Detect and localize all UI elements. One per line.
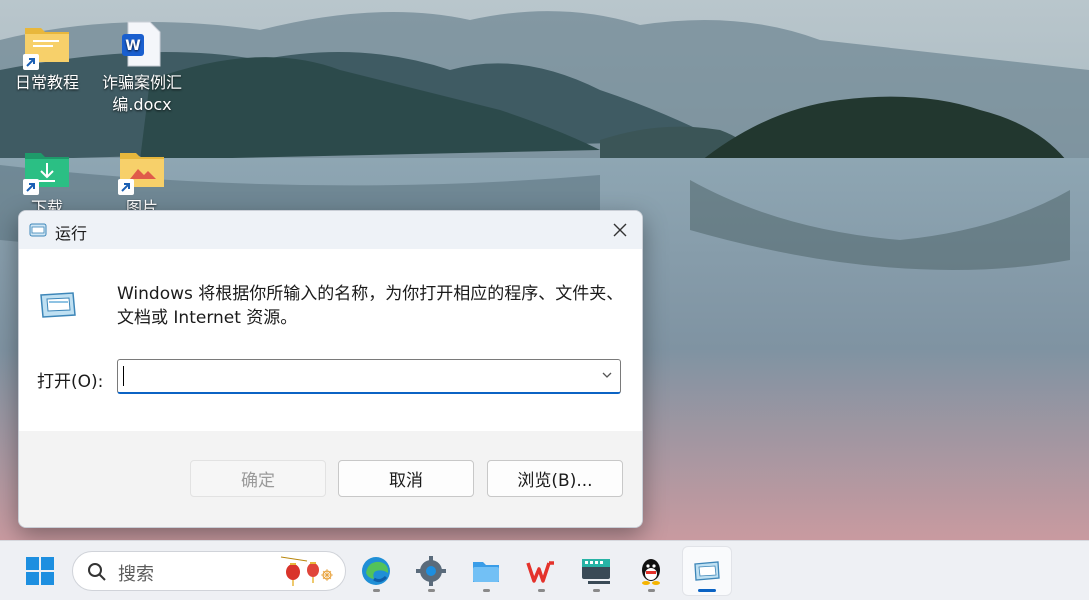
qq-icon — [642, 559, 660, 585]
search-placeholder: 搜索 — [118, 564, 154, 585]
taskbar-keyboard-app[interactable] — [572, 547, 620, 595]
settings-icon — [416, 556, 446, 586]
start-button[interactable] — [16, 547, 64, 595]
keyboard-app-icon — [582, 559, 610, 584]
open-combobox[interactable] — [117, 359, 621, 394]
taskbar-qq[interactable] — [627, 547, 675, 595]
lantern-decoration-icon — [280, 556, 333, 586]
wps-icon — [526, 561, 554, 583]
browse-button[interactable]: 浏览(B)... — [487, 460, 623, 497]
dialog-title-bar[interactable]: 运行 — [19, 211, 642, 249]
file-explorer-icon — [473, 562, 499, 582]
close-button[interactable] — [598, 211, 642, 249]
running-indicator — [592, 589, 600, 592]
running-indicator — [427, 589, 435, 592]
running-indicator — [372, 589, 380, 592]
running-indicator — [482, 589, 490, 592]
close-icon — [613, 223, 627, 237]
search-icon — [88, 563, 106, 581]
running-indicator — [647, 589, 655, 592]
active-indicator — [698, 589, 716, 592]
dialog-description: Windows 将根据你所输入的名称，为你打开相应的程序、文件夹、文档或 Int… — [117, 284, 624, 328]
desktop-icon-daily-tutorial[interactable]: 日常教程 — [2, 18, 92, 94]
ok-button[interactable]: 确定 — [190, 460, 326, 497]
shortcut-arrow-icon — [23, 179, 39, 195]
dialog-body: Windows 将根据你所输入的名称，为你打开相应的程序、文件夹、文档或 Int… — [19, 249, 642, 431]
desktop-icon-pictures[interactable]: 图片 — [97, 143, 187, 219]
cancel-button[interactable]: 取消 — [338, 460, 474, 497]
running-indicator — [537, 589, 545, 592]
start-icon — [26, 557, 54, 585]
taskbar-run[interactable] — [683, 547, 731, 595]
desktop-icon-label: 日常教程 — [14, 73, 79, 92]
taskbar-wps[interactable] — [517, 547, 565, 595]
taskbar: 搜索 — [0, 540, 1089, 600]
dialog-footer: 确定 取消 浏览(B)... — [19, 431, 642, 527]
edge-icon — [362, 557, 390, 585]
desktop-icon-fraud-cases-doc[interactable]: W 诈骗案例汇编.docx — [97, 18, 187, 116]
dialog-title: 运行 — [55, 224, 88, 243]
open-label: 打开(O): — [37, 372, 104, 392]
run-program-icon — [40, 292, 76, 318]
shortcut-arrow-icon — [23, 54, 39, 70]
taskbar-file-explorer[interactable] — [462, 547, 510, 595]
svg-text:W: W — [125, 38, 140, 54]
run-icon — [694, 561, 720, 581]
chevron-down-icon[interactable] — [598, 366, 616, 384]
shortcut-arrow-icon — [118, 179, 134, 195]
word-document-icon: W — [122, 21, 161, 67]
taskbar-edge[interactable] — [352, 547, 400, 595]
taskbar-settings[interactable] — [407, 547, 455, 595]
taskbar-search-box[interactable]: 搜索 — [72, 551, 346, 591]
desktop-icon-label: 诈骗案例汇编.docx — [101, 73, 182, 114]
desktop-icon-downloads[interactable]: 下载 — [2, 143, 92, 219]
run-icon — [29, 223, 47, 237]
open-input[interactable] — [124, 362, 598, 390]
run-dialog: 运行 Windows 将根据你所输入的名称，为你打开相应的程序、文件夹、文档或 … — [18, 210, 643, 528]
